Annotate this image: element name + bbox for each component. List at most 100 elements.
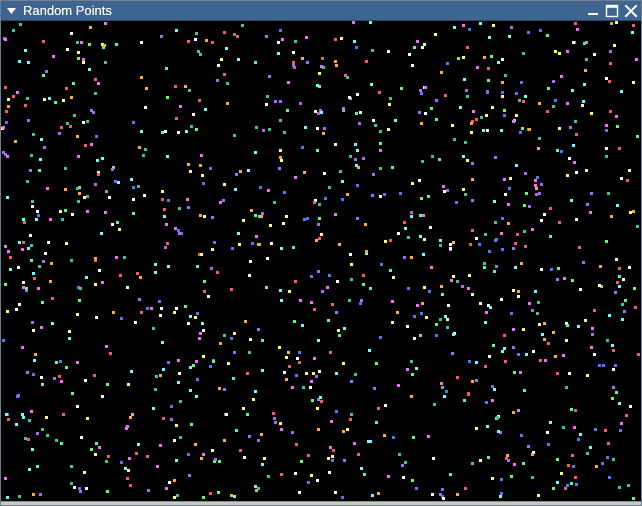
random-point (217, 64, 220, 67)
random-point (241, 24, 244, 27)
random-point (165, 223, 168, 226)
random-point (349, 418, 352, 421)
maximize-icon[interactable] (604, 3, 620, 19)
random-point (577, 438, 580, 441)
random-point (296, 357, 299, 360)
random-point (22, 241, 25, 244)
random-point (223, 31, 226, 34)
random-point (391, 300, 394, 303)
random-point (483, 56, 486, 59)
random-point (506, 454, 509, 457)
random-point (112, 311, 115, 314)
random-point (161, 341, 164, 344)
random-point (317, 112, 320, 115)
random-point (233, 33, 236, 36)
random-point (614, 364, 617, 367)
random-point (416, 40, 419, 43)
random-point (440, 382, 443, 385)
random-point (76, 361, 79, 364)
random-point (504, 360, 507, 363)
random-point (613, 44, 616, 47)
random-point (447, 304, 450, 307)
random-point (491, 106, 494, 109)
random-point (420, 122, 423, 125)
random-point (372, 119, 375, 122)
random-point (283, 371, 286, 374)
random-point (607, 192, 610, 195)
random-point (310, 301, 313, 304)
random-point (598, 364, 601, 367)
random-point (96, 159, 99, 162)
random-point (155, 375, 158, 378)
random-point (494, 239, 497, 242)
random-point (464, 487, 467, 490)
random-point (179, 105, 182, 108)
random-point (266, 257, 269, 260)
random-points-canvas[interactable] (1, 21, 641, 501)
random-point (420, 312, 423, 315)
random-point (102, 46, 105, 49)
random-point (516, 233, 519, 236)
random-point (233, 332, 236, 335)
random-point (605, 129, 608, 132)
random-point (94, 453, 97, 456)
random-point (115, 256, 118, 259)
random-point (633, 287, 636, 290)
random-point (519, 131, 522, 134)
random-point (291, 431, 294, 434)
random-point (420, 92, 423, 95)
random-point (466, 46, 469, 49)
random-point (144, 106, 147, 109)
random-point (106, 383, 109, 386)
random-point (594, 428, 597, 431)
random-point (524, 245, 527, 248)
random-point (349, 253, 352, 256)
random-point (230, 288, 233, 291)
random-point (521, 127, 524, 130)
random-point (254, 151, 257, 154)
random-point (132, 212, 135, 215)
random-point (105, 345, 108, 348)
random-point (515, 164, 518, 167)
random-point (334, 213, 337, 216)
random-point (199, 214, 202, 217)
random-point (100, 232, 103, 235)
close-icon[interactable] (623, 3, 639, 19)
random-point (628, 266, 631, 269)
random-point (500, 492, 503, 495)
random-point (70, 32, 73, 35)
random-point (490, 55, 493, 58)
random-point (449, 247, 452, 250)
random-point (566, 324, 569, 327)
random-point (60, 126, 63, 129)
random-point (94, 78, 97, 81)
random-point (540, 268, 543, 271)
random-point (483, 262, 486, 265)
random-point (528, 205, 531, 208)
random-point (31, 200, 34, 203)
random-point (356, 149, 359, 152)
random-point (90, 448, 93, 451)
random-point (500, 478, 503, 481)
random-point (556, 278, 559, 281)
random-point (470, 122, 473, 125)
random-point (497, 61, 500, 64)
random-point (389, 97, 392, 100)
random-point (328, 186, 331, 189)
menu-triangle-icon[interactable] (6, 1, 18, 21)
random-point (167, 361, 170, 364)
random-point (211, 216, 214, 219)
random-point (570, 482, 573, 485)
random-point (614, 291, 617, 294)
title-bar[interactable]: Random Points (1, 1, 641, 21)
random-point (375, 421, 378, 424)
random-point (211, 248, 214, 251)
random-point (589, 446, 592, 449)
random-point (513, 371, 516, 374)
random-point (501, 91, 504, 94)
random-point (398, 453, 401, 456)
random-point (6, 310, 9, 313)
minimize-icon[interactable] (585, 3, 601, 19)
random-point (328, 471, 331, 474)
random-points-window: Random Points (0, 0, 642, 506)
